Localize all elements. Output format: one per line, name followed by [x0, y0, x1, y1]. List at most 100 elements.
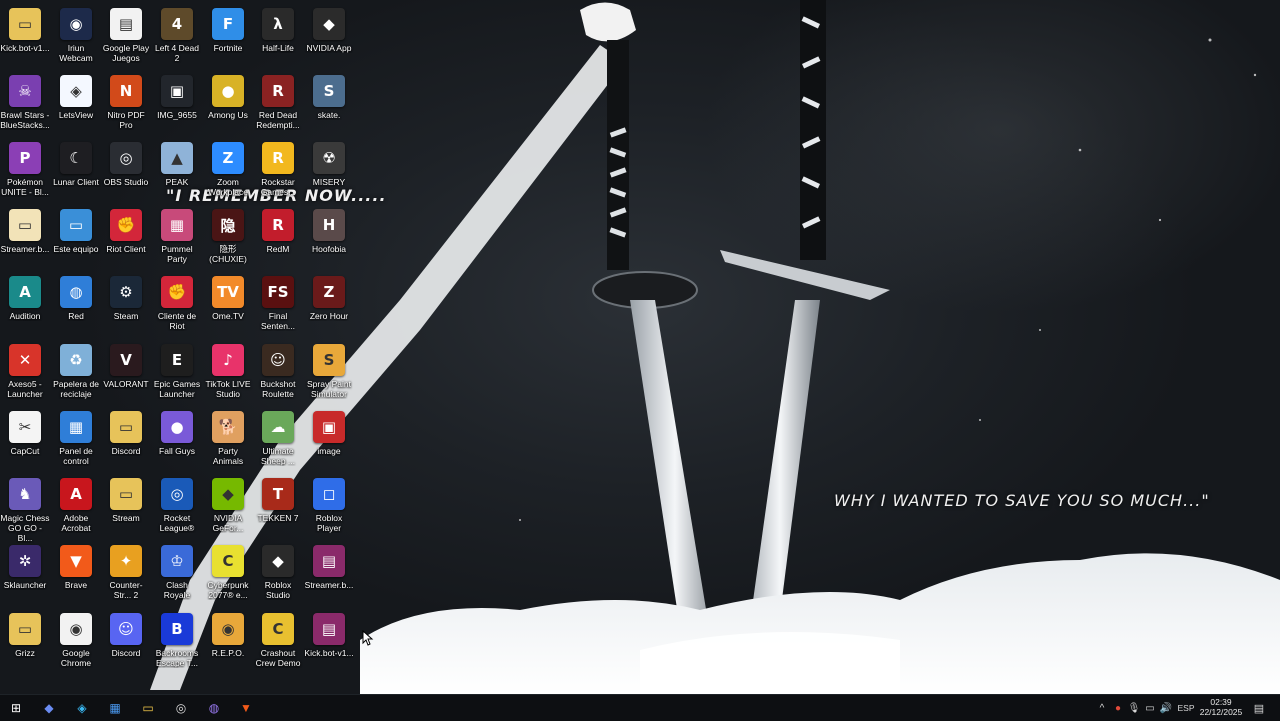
desktop-icon-skate[interactable]: Sskate.: [304, 71, 354, 137]
desktop-icon-nitro[interactable]: N Nitro PDF Pro: [101, 71, 151, 137]
notifications-icon[interactable]: ▤: [1252, 701, 1266, 715]
desktop-icon-pokemon[interactable]: P Pokémon UNITE - Bl...: [0, 138, 50, 204]
desktop-icon-capcut[interactable]: ✂ CapCut: [0, 407, 50, 473]
desktop-icon-final-sentence[interactable]: FS Final Senten...: [253, 272, 303, 338]
desktop-icon-chrome[interactable]: ◉ Google Chrome: [51, 609, 101, 675]
desktop-icon-brawlstars[interactable]: ☠ Brawl Stars - BlueStacks...: [0, 71, 50, 137]
desktop-icon-riot[interactable]: ✊ Riot Client: [101, 205, 151, 271]
language-indicator[interactable]: ESP: [1176, 701, 1196, 715]
desktop-icon-label: CapCut: [10, 446, 40, 456]
desktop-icon-network[interactable]: ◍ Red: [51, 272, 101, 338]
desktop-icon-tiktok[interactable]: ♪ TikTok LIVE Studio: [203, 340, 253, 406]
desktop-icon-audition[interactable]: A Audition: [0, 272, 50, 338]
desktop-icon-hoofobia[interactable]: H Hoofobia: [304, 205, 354, 271]
desktop-icon-ometv[interactable]: TV Ome.TV: [203, 272, 253, 338]
desktop-icon-discord[interactable]: ☺ Discord: [101, 609, 151, 675]
desktop-icon-buckshot[interactable]: ☺ Buckshot Roulette: [253, 340, 303, 406]
desktop-icon-winrar[interactable]: ▤ Kick.bot-v1...: [304, 609, 354, 675]
desktop-icon-image[interactable]: ▣ image: [304, 407, 354, 473]
desktop-icon-roblox-studio[interactable]: ◆ Roblox Studio: [253, 541, 303, 607]
desktop-icon-misery[interactable]: ☢ MISERY: [304, 138, 354, 204]
desktop-icon-pummel[interactable]: ▦ Pummel Party: [152, 205, 202, 271]
desktop-icon-label: Discord: [111, 648, 141, 658]
desktop-icon-geforce[interactable]: ◆ NVIDIA GeFor...: [203, 474, 253, 540]
desktop-icon-nvidia[interactable]: ◆ NVIDIA App: [304, 4, 354, 70]
tray-app-icon[interactable]: ●: [1112, 701, 1124, 715]
desktop[interactable]: "I REMEMBER NOW..... WHY I WANTED TO SAV…: [0, 0, 1280, 694]
chrome-icon: ◉: [60, 613, 92, 645]
microphone-icon[interactable]: 🎙: [1128, 701, 1141, 715]
desktop-icon-winrar[interactable]: ▤ Streamer.b...: [304, 541, 354, 607]
tray-chevron-icon[interactable]: ^: [1096, 701, 1108, 715]
desktop-icon-brave[interactable]: ▼ Brave: [51, 541, 101, 607]
desktop-icon-control-panel[interactable]: ▦ Panel de control: [51, 407, 101, 473]
desktop-icon-epic[interactable]: E Epic Games Launcher: [152, 340, 202, 406]
desktop-icon-label: Adobe Acrobat: [61, 513, 91, 533]
taskbar-app-1[interactable]: ◆: [39, 699, 59, 717]
desktop-icon-label: Fortnite: [213, 43, 243, 53]
desktop-icon-folder[interactable]: ▭ Discord: [101, 407, 151, 473]
desktop-icon-folder[interactable]: ▭ Streamer.b...: [0, 205, 50, 271]
desktop-icon-computer[interactable]: ▭ Este equipo: [51, 205, 101, 271]
desktop-icon-rockstar[interactable]: R Rockstar Games...: [253, 138, 303, 204]
desktop-icon-letsview[interactable]: ◈ LetsView: [51, 71, 101, 137]
zerohour-icon: Z: [313, 276, 345, 308]
desktop-icon-folder[interactable]: ▭ Kick.bot-v1...: [0, 4, 50, 70]
desktop-icon-repo[interactable]: ◉ R.E.P.O.: [203, 609, 253, 675]
desktop-icon-fortnite[interactable]: F Fortnite: [203, 4, 253, 70]
desktop-icon-lunar[interactable]: ☾ Lunar Client: [51, 138, 101, 204]
desktop-icon-zerohour[interactable]: Z Zero Hour: [304, 272, 354, 338]
desktop-icon-label: Este equipo: [53, 244, 99, 254]
desktop-icon-axeso5[interactable]: ✕ Axeso5 - Launcher: [0, 340, 50, 406]
desktop-icon-party-animals[interactable]: 🐕 Party Animals: [203, 407, 253, 473]
desktop-icon-steam[interactable]: ⚙ Steam: [101, 272, 151, 338]
desktop-icon-clashroyale[interactable]: ♔ Clash Royale: [152, 541, 202, 607]
desktop-icon-recycle-bin[interactable]: ♻ Papelera de reciclaje: [51, 340, 101, 406]
desktop-icon-rdr[interactable]: R Red Dead Redempti...: [253, 71, 303, 137]
desktop-icon-spraypaint[interactable]: S Spray Paint Simulator: [304, 340, 354, 406]
desktop-icon-webcam[interactable]: ◉ Iriun Webcam: [51, 4, 101, 70]
desktop-icon-obs[interactable]: ◎ OBS Studio: [101, 138, 151, 204]
desktop-icon-amongus[interactable]: ● Among Us: [203, 71, 253, 137]
desktop-icon-acrobat[interactable]: A Adobe Acrobat: [51, 474, 101, 540]
desktop-icon-cyberpunk[interactable]: C Cyberpunk 2077® e...: [203, 541, 253, 607]
desktop-icon-folder[interactable]: ▭ Stream: [101, 474, 151, 540]
desktop-icon-label: Buckshot Roulette: [260, 379, 296, 399]
desktop-icon-valorant[interactable]: V VALORANT: [101, 340, 151, 406]
desktop-icon-sklauncher[interactable]: ✲ Sklauncher: [0, 541, 50, 607]
desktop-icon-redm[interactable]: R RedM: [253, 205, 303, 271]
taskbar-store[interactable]: ▦: [105, 699, 125, 717]
desktop-icon-riot-client[interactable]: ✊ Cliente de Riot: [152, 272, 202, 338]
taskbar-app-3[interactable]: ◍: [204, 699, 224, 717]
desktop-icon-l4d2[interactable]: 4 Left 4 Dead 2: [152, 4, 202, 70]
desktop-icon-roblox[interactable]: ◻ Roblox Player: [304, 474, 354, 540]
desktop-icon-tekken[interactable]: T TEKKEN 7: [253, 474, 303, 540]
desktop-icon-chuxie[interactable]: 隐隐形 (CHUXIE): [203, 205, 253, 271]
desktop-icon-rocketleague[interactable]: ◎ Rocket League®: [152, 474, 202, 540]
taskbar-explorer[interactable]: ▭: [138, 699, 158, 717]
desktop-icon-sheep[interactable]: ☁ Ultimate Sheep ...: [253, 407, 303, 473]
taskbar-obs[interactable]: ◎: [171, 699, 191, 717]
network-icon[interactable]: ▭: [1144, 701, 1156, 715]
desktop-icon-fallguys[interactable]: ● Fall Guys: [152, 407, 202, 473]
desktop-icon-label: Riot Client: [106, 244, 146, 254]
desktop-icon-label: Ultimate Sheep ...: [260, 446, 296, 466]
desktop-icon-magicchess[interactable]: ♞ Magic Chess GO GO - Bl...: [0, 474, 50, 543]
desktop-icon-image[interactable]: ▣ IMG_9655: [152, 71, 202, 137]
desktop-icon-crashout[interactable]: C Crashout Crew Demo: [253, 609, 303, 675]
winrar-icon: ▤: [313, 545, 345, 577]
taskbar-app-2[interactable]: ◈: [72, 699, 92, 717]
desktop-icon-file[interactable]: ▤ Google Play Juegos: [101, 4, 151, 70]
clock[interactable]: 02:39 22/12/2025: [1196, 697, 1246, 717]
desktop-icon-peak[interactable]: ▲ PEAK: [152, 138, 202, 204]
desktop-icon-backrooms[interactable]: B Backrooms Escape T...: [152, 609, 202, 675]
store-icon: ▦: [109, 701, 121, 715]
desktop-icon-cs2[interactable]: ✦ Counter-Str... 2: [101, 541, 151, 607]
start-button[interactable]: ⊞: [6, 699, 26, 717]
desktop-icon-zoom[interactable]: Z Zoom Workplace: [203, 138, 253, 204]
desktop-icon-folder[interactable]: ▭ Grizz: [0, 609, 50, 675]
desktop-icon-halflife[interactable]: λ Half-Life: [253, 4, 303, 70]
desktop-icon-label: R.E.P.O.: [211, 648, 245, 658]
volume-icon[interactable]: 🔊: [1160, 701, 1172, 715]
taskbar-brave[interactable]: ▼: [236, 699, 256, 717]
